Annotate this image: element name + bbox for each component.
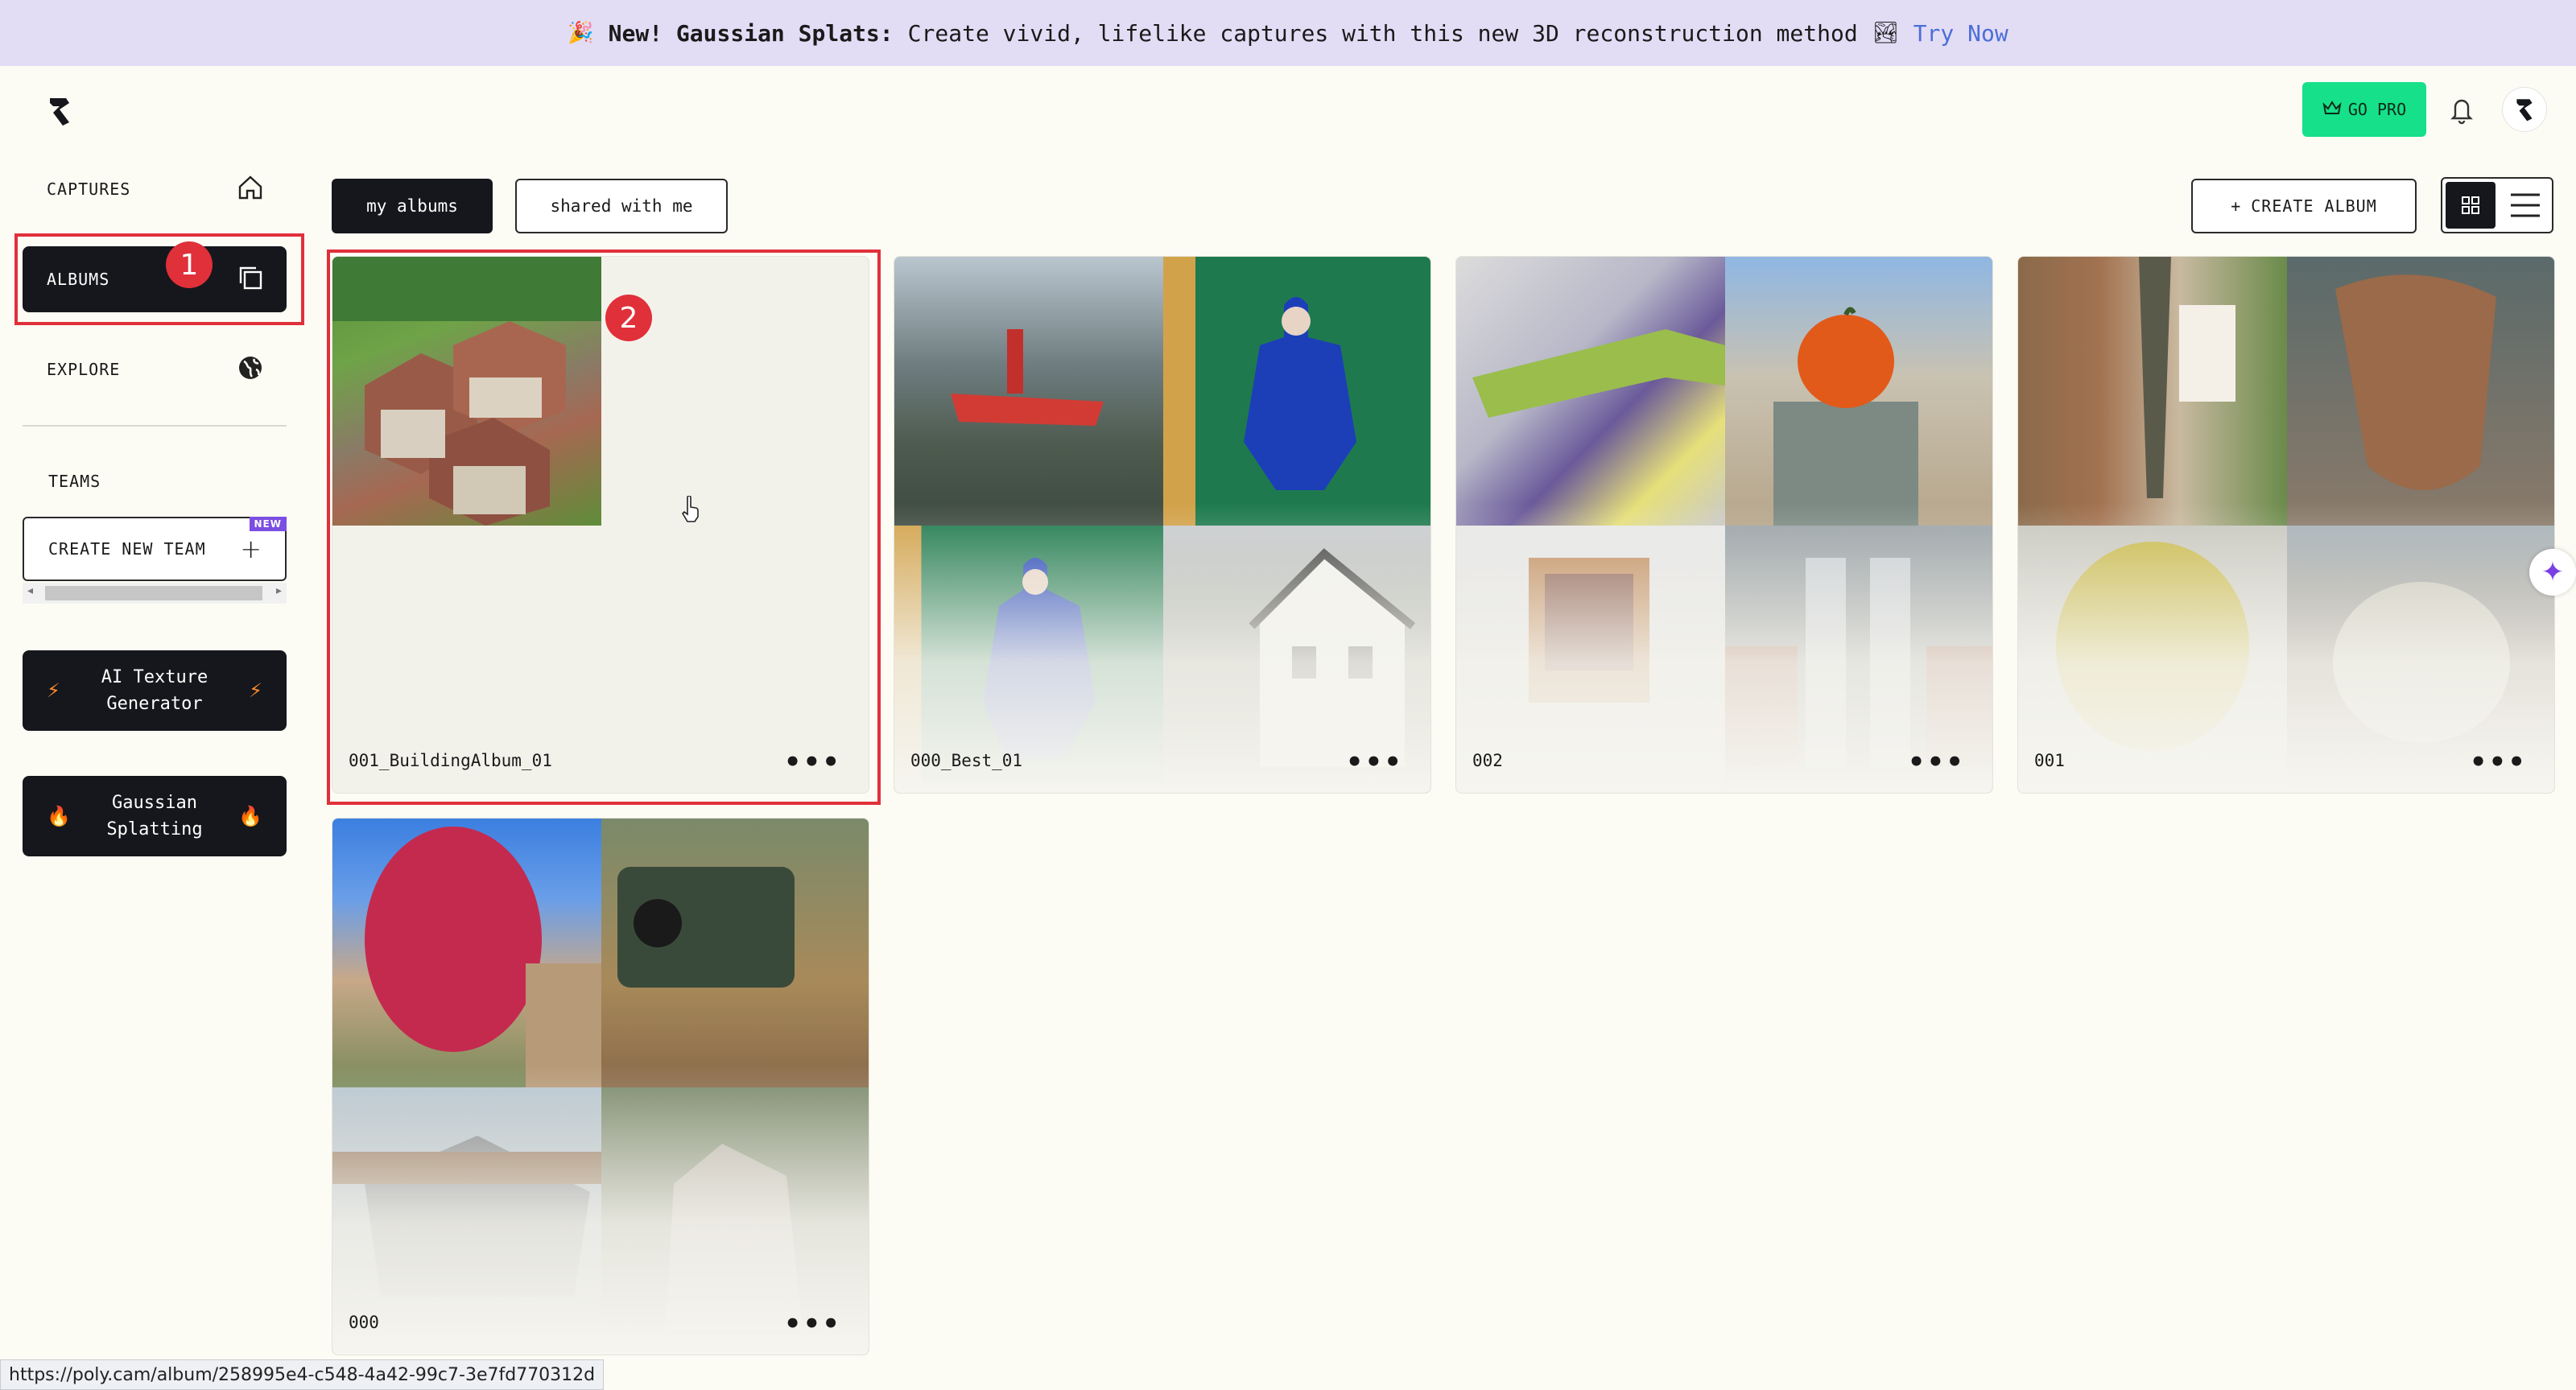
landscape-icon: 🏞 <box>1872 21 1899 45</box>
album-name: 000_Best_01 <box>910 751 1023 770</box>
promo-banner: 🎉 New! Gaussian Splats: Create vivid, li… <box>0 0 2576 66</box>
album-card[interactable]: 002 ••• <box>1455 256 1993 794</box>
sidebar-scrollbar[interactable]: ◂ ▸ <box>23 583 287 604</box>
sidebar-divider <box>23 425 287 427</box>
hand-cursor-icon <box>681 495 700 526</box>
gaussian-label: Gaussian Splatting <box>106 793 203 839</box>
avatar[interactable] <box>2502 87 2547 132</box>
tab-my-albums[interactable]: my albums <box>332 179 493 233</box>
sparkle-icon[interactable]: ✦ <box>2529 549 2576 596</box>
go-pro-label: GO PRO <box>2347 100 2407 119</box>
bell-icon[interactable] <box>2447 93 2476 126</box>
create-new-team-button[interactable]: CREATE NEW TEAM + NEW <box>23 517 287 581</box>
sidebar-item-label: EXPLORE <box>47 360 121 379</box>
go-pro-button[interactable]: GO PRO <box>2302 82 2426 137</box>
album-thumbnail <box>1456 257 1725 526</box>
album-name: 001 <box>2034 751 2065 770</box>
album-thumbnail <box>1163 257 1430 526</box>
annotation-box-album <box>327 250 881 805</box>
create-team-label: CREATE NEW TEAM <box>48 539 206 559</box>
list-view-icon[interactable] <box>2502 182 2549 229</box>
album-thumbnail <box>894 257 1163 526</box>
album-card[interactable]: 001 ••• <box>2017 256 2555 794</box>
view-toggle[interactable] <box>2441 177 2553 233</box>
new-badge: NEW <box>249 517 287 531</box>
try-now-link[interactable]: Try Now <box>1913 20 2008 47</box>
ai-texture-label: AI Texture Generator <box>101 667 208 714</box>
more-options-icon[interactable]: ••• <box>1346 746 1403 778</box>
globe-icon <box>237 354 264 386</box>
tab-shared-with-me[interactable]: shared with me <box>515 179 728 233</box>
home-icon <box>237 174 264 205</box>
plus-icon: + <box>240 534 262 564</box>
banner-text: Create vivid, lifelike captures with thi… <box>907 19 1858 47</box>
create-album-label: CREATE ALBUM <box>2251 196 2377 216</box>
grid-view-icon[interactable] <box>2446 182 2496 229</box>
banner-title: New! Gaussian Splats: <box>608 19 894 47</box>
more-options-icon[interactable]: ••• <box>784 1308 841 1340</box>
scrollbar-thumb[interactable] <box>45 586 262 600</box>
album-thumbnail <box>1725 257 1992 526</box>
annotation-badge-1: 1 <box>166 241 213 288</box>
album-thumbnail <box>2018 257 2287 526</box>
fire-icon: 🔥 <box>238 805 262 827</box>
fire-icon: 🔥 <box>47 805 71 827</box>
ai-texture-generator-button[interactable]: ⚡ AI Texture Generator ⚡ <box>23 650 287 731</box>
sidebar-item-explore[interactable]: EXPLORE <box>23 336 287 402</box>
crown-icon <box>2322 100 2342 120</box>
polycam-logo[interactable] <box>45 95 74 127</box>
create-album-button[interactable]: + CREATE ALBUM <box>2191 179 2417 233</box>
bolt-icon: ⚡ <box>249 679 262 702</box>
scroll-right-icon[interactable]: ▸ <box>276 584 282 597</box>
album-card[interactable]: 000_Best_01 ••• <box>894 256 1431 794</box>
album-name: 000 <box>349 1313 379 1332</box>
more-options-icon[interactable]: ••• <box>2470 746 2527 778</box>
sidebar-item-captures[interactable]: CAPTURES <box>23 156 287 222</box>
album-card[interactable]: 000 ••• <box>332 818 869 1355</box>
plus-icon: + <box>2231 196 2242 216</box>
party-icon: 🎉 <box>568 21 594 45</box>
scroll-left-icon[interactable]: ◂ <box>27 584 33 597</box>
status-bar-url: https://poly.cam/album/258995e4-c548-4a4… <box>0 1359 605 1390</box>
annotation-badge-2: 2 <box>605 295 652 341</box>
sidebar-item-label: CAPTURES <box>47 179 131 199</box>
annotation-box-albums <box>14 233 304 325</box>
album-thumbnail <box>332 819 601 1087</box>
bolt-icon: ⚡ <box>47 679 60 702</box>
album-thumbnail <box>601 819 869 1087</box>
gaussian-splatting-button[interactable]: 🔥 Gaussian Splatting 🔥 <box>23 776 287 856</box>
more-options-icon[interactable]: ••• <box>1908 746 1965 778</box>
album-thumbnail <box>2287 257 2554 526</box>
album-name: 002 <box>1472 751 1503 770</box>
teams-heading: TEAMS <box>48 472 101 491</box>
